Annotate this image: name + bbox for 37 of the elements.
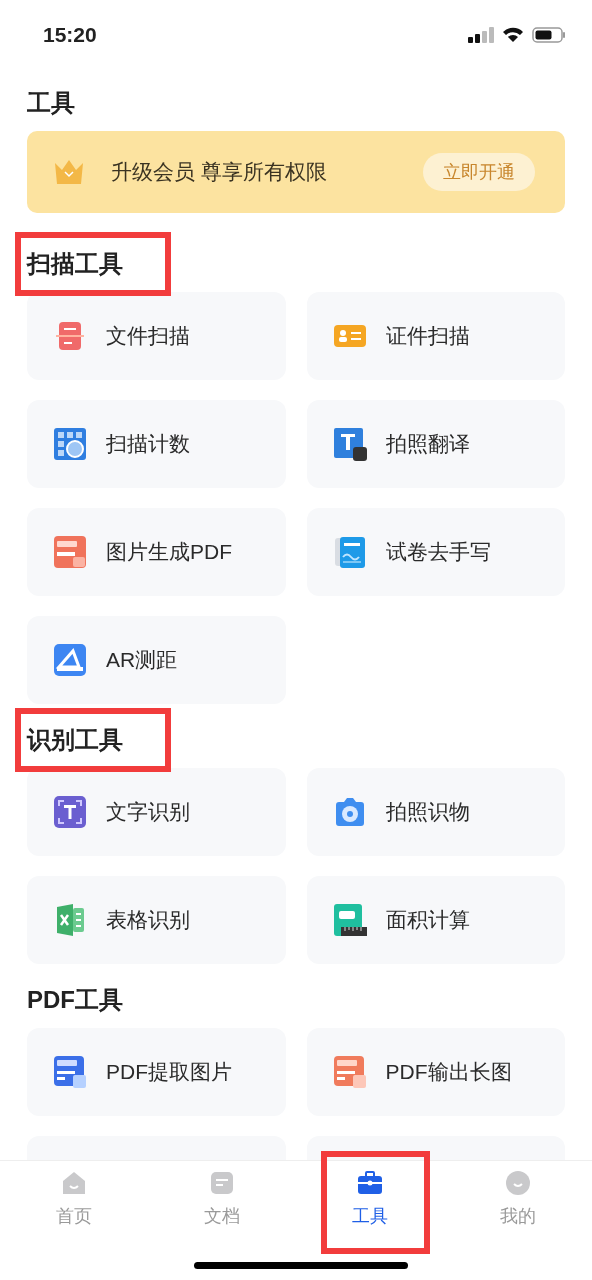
tool-card[interactable]: 拍照识物 [306,768,565,856]
document-icon [208,1169,236,1197]
tool-card[interactable]: 文件扫描 [27,292,286,380]
pdf-file-icon [332,1055,367,1089]
paper-sheet-icon [332,535,367,569]
home-icon [60,1169,88,1197]
tool-card[interactable]: 扫描计数 [27,400,286,488]
section-heading: 扫描工具 [27,249,123,279]
tool-card[interactable]: PDF提取图片 [27,1028,286,1116]
tool-card[interactable]: 拍照翻译 [306,400,565,488]
pdf-file-icon [53,1055,87,1089]
banner-text: 升级会员 尊享所有权限 [111,159,328,186]
text-frame-icon [53,795,87,829]
page-title: 工具 [27,88,75,118]
grid-magnifier-icon [53,427,87,461]
tool-card[interactable]: PDF输出长图 [306,1028,565,1116]
section-heading: PDF工具 [27,985,123,1015]
tool-card[interactable]: 面积计算 [306,876,565,964]
status-time: 15:20 [43,22,97,49]
tool-card[interactable]: 证件扫描 [306,292,565,380]
tool-card[interactable]: 文字识别 [27,768,286,856]
tab-item[interactable]: 工具 [335,1169,405,1241]
wifi-icon [502,27,524,43]
area-ruler-icon [332,903,367,937]
pdf-file-icon [53,535,87,569]
crown-icon [53,159,85,185]
briefcase-icon [356,1169,384,1197]
text-translate-icon [332,427,367,461]
battery-icon [532,27,566,43]
tool-card[interactable]: AR测距 [27,616,286,704]
signal-icon [468,27,494,43]
tool-card[interactable]: 试卷去手写 [306,508,565,596]
tool-card[interactable]: 表格识别 [27,876,286,964]
profile-icon [504,1169,532,1197]
document-icon [53,319,87,353]
tool-card[interactable]: 图片生成PDF [27,508,286,596]
section-heading: 识别工具 [27,725,123,755]
